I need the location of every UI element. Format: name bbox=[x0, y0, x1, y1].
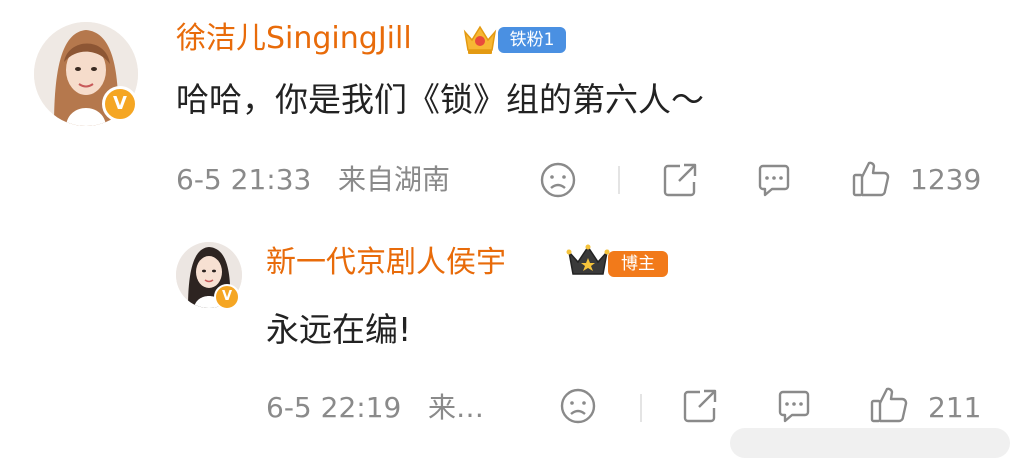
comment-icon[interactable] bbox=[774, 386, 814, 426]
watermark bbox=[730, 428, 1010, 458]
location: 来自湖南 bbox=[338, 163, 451, 196]
divider bbox=[640, 394, 642, 422]
dislike-icon[interactable] bbox=[558, 386, 598, 426]
verified-badge-icon: V bbox=[102, 86, 138, 122]
dislike-icon[interactable] bbox=[538, 160, 578, 200]
like-count: 211 bbox=[928, 391, 982, 424]
share-icon[interactable] bbox=[660, 160, 700, 200]
like-icon[interactable] bbox=[868, 384, 910, 426]
username[interactable]: 新一代京剧人侯宇 bbox=[266, 242, 506, 284]
like-count: 1239 bbox=[910, 163, 982, 196]
location: 来… bbox=[428, 391, 485, 424]
timestamp: 6-5 22:19 bbox=[266, 391, 402, 424]
username[interactable]: 徐洁儿SingingJill bbox=[176, 18, 412, 60]
comment-text: 哈哈，你是我们《锁》组的第六人～ bbox=[176, 80, 704, 119]
like-icon[interactable] bbox=[850, 158, 892, 200]
crown-icon bbox=[462, 22, 498, 56]
share-icon[interactable] bbox=[680, 386, 720, 426]
comment-icon[interactable] bbox=[754, 160, 794, 200]
blogger-badge: 博主 bbox=[608, 251, 668, 277]
fan-badge: 铁粉1 bbox=[498, 27, 566, 53]
comment-2-reply: V 新一代京剧人侯宇 博主 永远在编! 6-5 22:19 来… 211 bbox=[0, 220, 1020, 462]
comment-1: V 徐洁儿SingingJill 铁粉1 哈哈，你是我们《锁》组的第六人～ 6-… bbox=[0, 0, 1020, 220]
divider bbox=[618, 166, 620, 194]
verified-badge-icon: V bbox=[214, 284, 240, 310]
timestamp: 6-5 21:33 bbox=[176, 163, 312, 196]
crown-icon bbox=[566, 244, 610, 280]
comment-text: 永远在编! bbox=[266, 310, 412, 349]
